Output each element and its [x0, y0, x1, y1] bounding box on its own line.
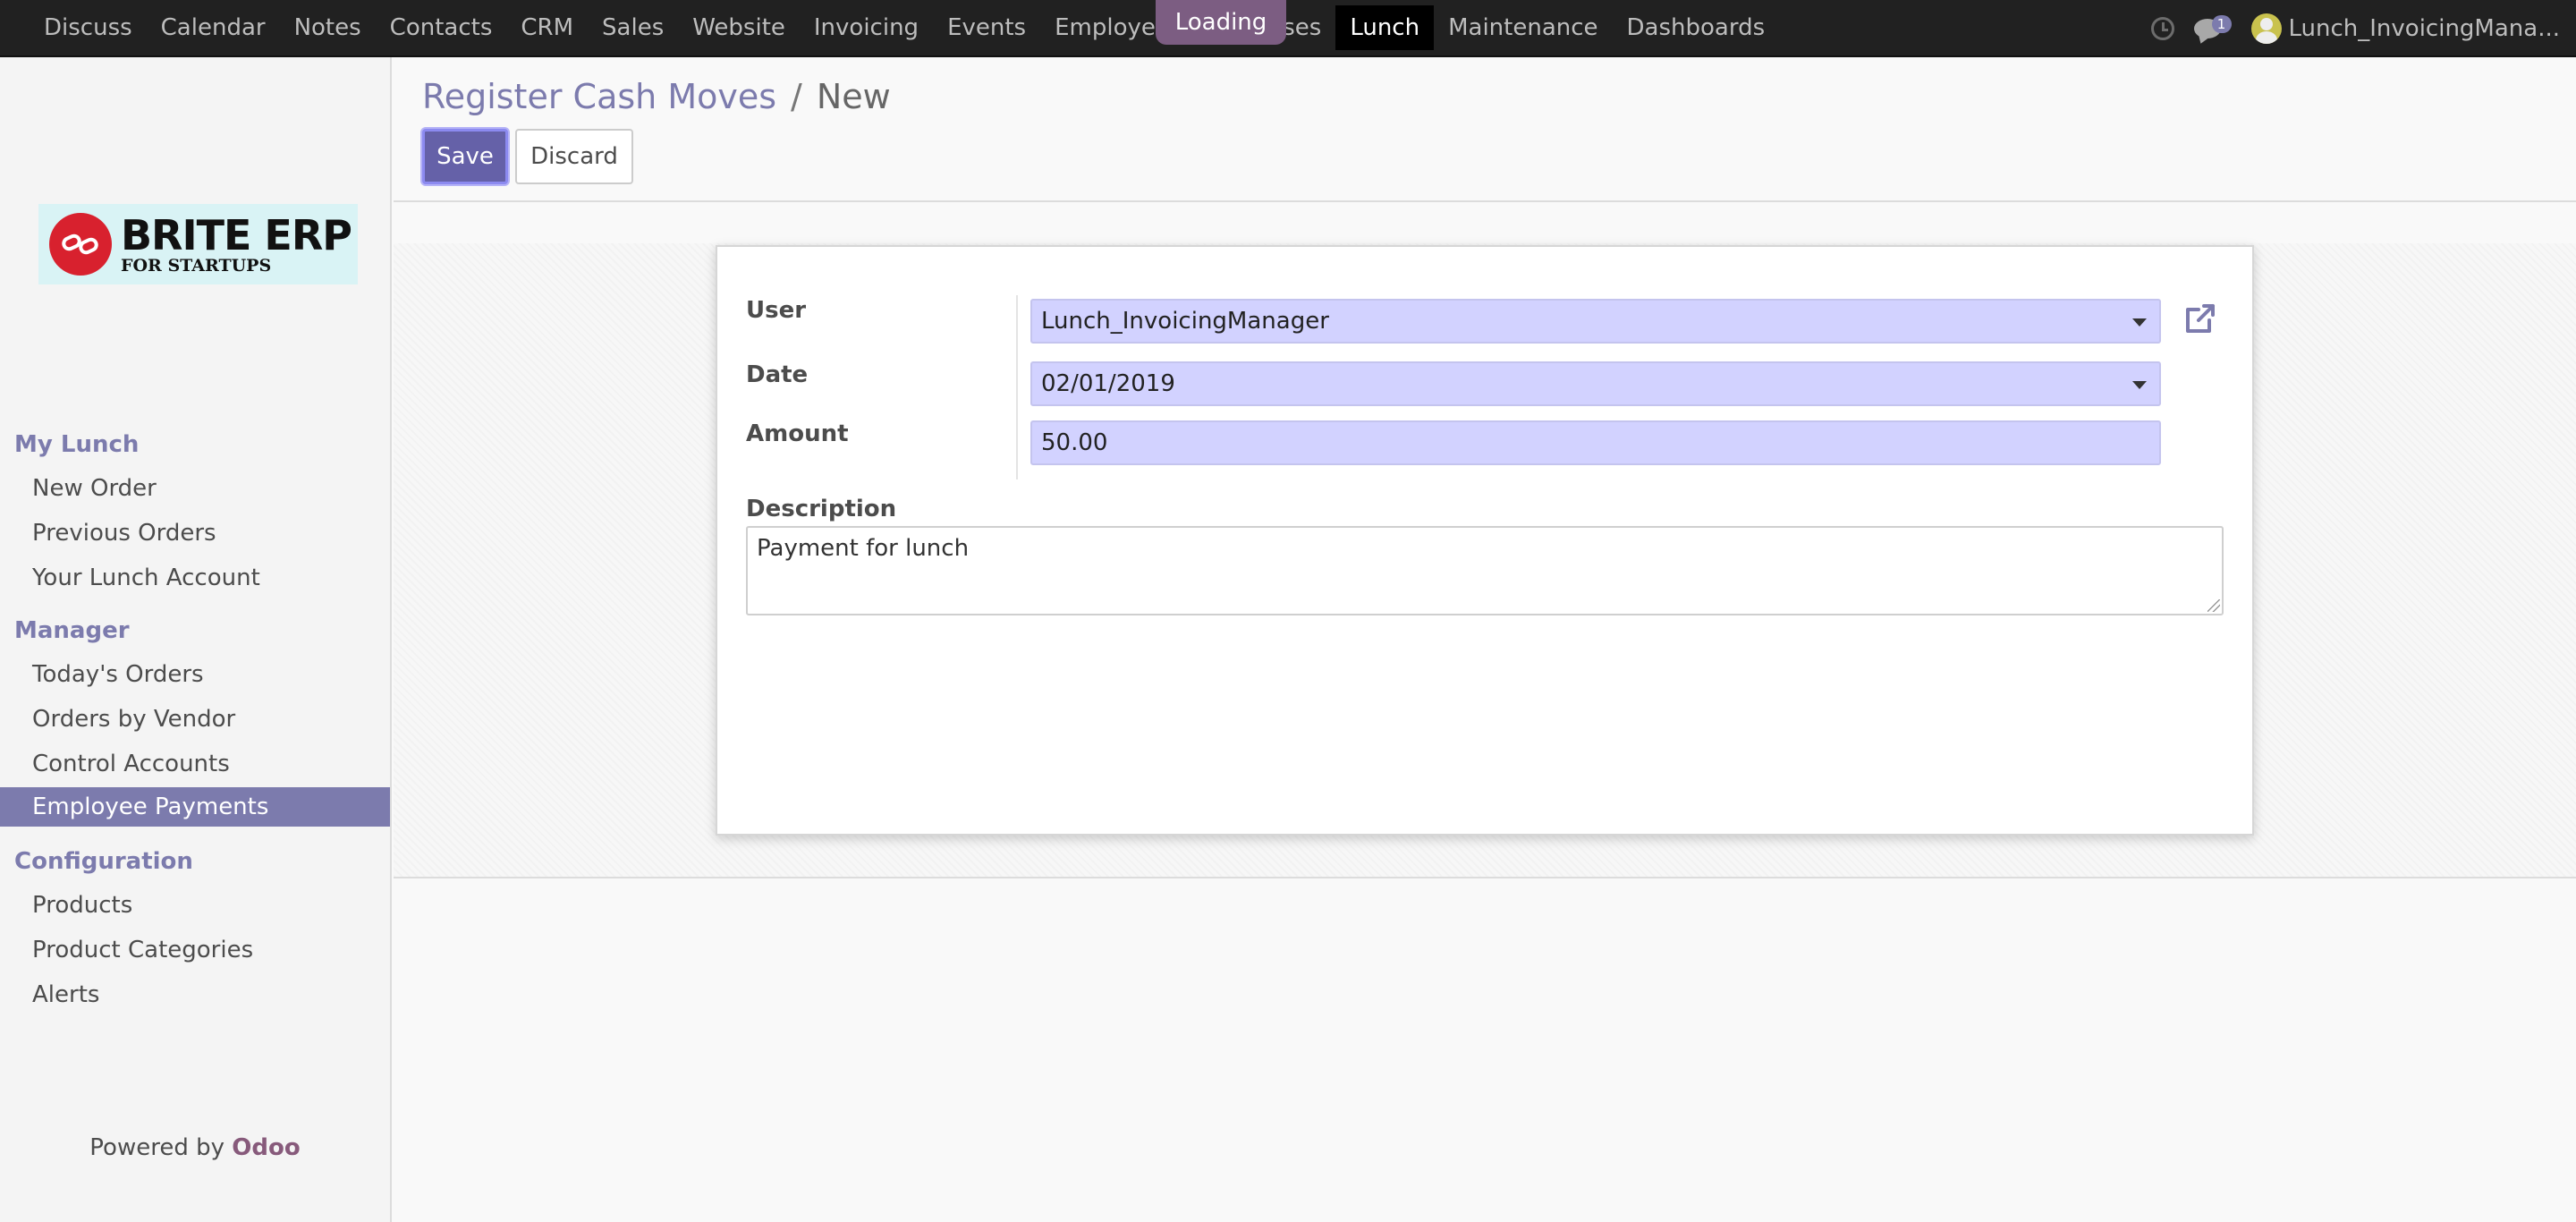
section-configuration: Configuration	[14, 848, 193, 875]
caret-down-icon[interactable]	[2132, 381, 2147, 389]
nav-invoicing[interactable]: Invoicing	[800, 5, 933, 50]
sidebar-item-control-accounts[interactable]: Control Accounts	[0, 744, 390, 784]
breadcrumb-register-cash-moves[interactable]: Register Cash Moves	[422, 77, 776, 116]
sidebar-item-your-lunch-account[interactable]: Your Lunch Account	[0, 558, 390, 598]
sidebar-item-previous-orders[interactable]: Previous Orders	[0, 513, 390, 553]
nav-notes[interactable]: Notes	[280, 5, 376, 50]
caret-down-icon[interactable]	[2132, 318, 2147, 327]
company-logo: BRITE ERP FOR STARTUPS	[38, 204, 358, 284]
sidebar: BRITE ERP FOR STARTUPS My Lunch New Orde…	[0, 57, 392, 1222]
logo-text: BRITE ERP FOR STARTUPS	[121, 215, 352, 275]
nav-calendar[interactable]: Calendar	[147, 5, 280, 50]
nav-maintenance[interactable]: Maintenance	[1434, 5, 1612, 50]
clock-icon[interactable]	[2150, 17, 2174, 40]
user-name: Lunch_InvoicingMana...	[2288, 15, 2561, 42]
sidebar-item-todays-orders[interactable]: Today's Orders	[0, 655, 390, 694]
logo-sub-text: FOR STARTUPS	[121, 255, 272, 276]
control-panel: Register Cash Moves / New Save Discard	[394, 57, 2576, 202]
nav-discuss[interactable]: Discuss	[30, 5, 147, 50]
avatar	[2250, 13, 2282, 44]
discard-button[interactable]: Discard	[515, 129, 633, 184]
app-menu: Discuss Calendar Notes Contacts CRM Sale…	[0, 0, 1779, 56]
sidebar-item-new-order[interactable]: New Order	[0, 469, 390, 508]
user-value: Lunch_InvoicingManager	[1041, 308, 1329, 335]
amount-label: Amount	[746, 420, 849, 447]
resize-handle-icon[interactable]	[2207, 599, 2220, 612]
date-value: 02/01/2019	[1041, 370, 1175, 397]
sidebar-item-product-categories[interactable]: Product Categories	[0, 930, 390, 970]
nav-dashboards[interactable]: Dashboards	[1613, 5, 1780, 50]
odoo-link[interactable]: Odoo	[232, 1134, 300, 1161]
amount-value: 50.00	[1041, 429, 1108, 456]
logo-main-text: BRITE ERP	[121, 210, 352, 259]
messaging-menu[interactable]: 1	[2193, 15, 2232, 42]
external-link-icon[interactable]	[2182, 301, 2218, 336]
sidebar-item-orders-by-vendor[interactable]: Orders by Vendor	[0, 700, 390, 739]
nav-lunch[interactable]: Lunch	[1335, 5, 1435, 50]
powered-by: Powered by Odoo	[0, 1134, 390, 1161]
main-navbar: Discuss Calendar Notes Contacts CRM Sale…	[0, 0, 2576, 57]
sidebar-item-alerts[interactable]: Alerts	[0, 975, 390, 1014]
nav-crm[interactable]: CRM	[506, 5, 588, 50]
chat-badge: 1	[2211, 15, 2232, 33]
section-manager: Manager	[14, 617, 130, 644]
section-my-lunch: My Lunch	[14, 431, 140, 458]
sidebar-item-employee-payments[interactable]: Employee Payments	[0, 787, 390, 827]
nav-sales[interactable]: Sales	[588, 5, 678, 50]
description-textarea[interactable]: Payment for lunch	[746, 526, 2224, 615]
form-view: User Lunch_InvoicingManager Date 02/01/2…	[394, 243, 2576, 878]
user-menu[interactable]: Lunch_InvoicingMana...	[2250, 13, 2561, 44]
nav-website[interactable]: Website	[678, 5, 800, 50]
date-label: Date	[746, 361, 809, 388]
systray: 1 Lunch_InvoicingMana...	[2150, 0, 2561, 57]
link-chain-icon	[62, 233, 98, 255]
user-label: User	[746, 297, 807, 324]
sidebar-item-products[interactable]: Products	[0, 886, 390, 925]
nav-contacts[interactable]: Contacts	[376, 5, 507, 50]
description-value: Payment for lunch	[757, 535, 970, 562]
breadcrumb-separator: /	[791, 77, 802, 116]
user-field[interactable]: Lunch_InvoicingManager	[1030, 299, 2161, 344]
form-sheet: User Lunch_InvoicingManager Date 02/01/2…	[716, 245, 2254, 836]
breadcrumb-current: New	[816, 77, 891, 116]
powered-by-text: Powered by	[89, 1134, 225, 1161]
amount-field[interactable]: 50.00	[1030, 420, 2161, 465]
save-button[interactable]: Save	[422, 129, 508, 184]
date-field[interactable]: 02/01/2019	[1030, 361, 2161, 406]
logo-mark-icon	[49, 213, 112, 276]
label-divider	[1016, 295, 1018, 479]
loading-indicator: Loading	[1156, 0, 1286, 45]
nav-events[interactable]: Events	[933, 5, 1040, 50]
breadcrumb: Register Cash Moves / New	[422, 77, 891, 116]
description-label: Description	[746, 496, 897, 522]
